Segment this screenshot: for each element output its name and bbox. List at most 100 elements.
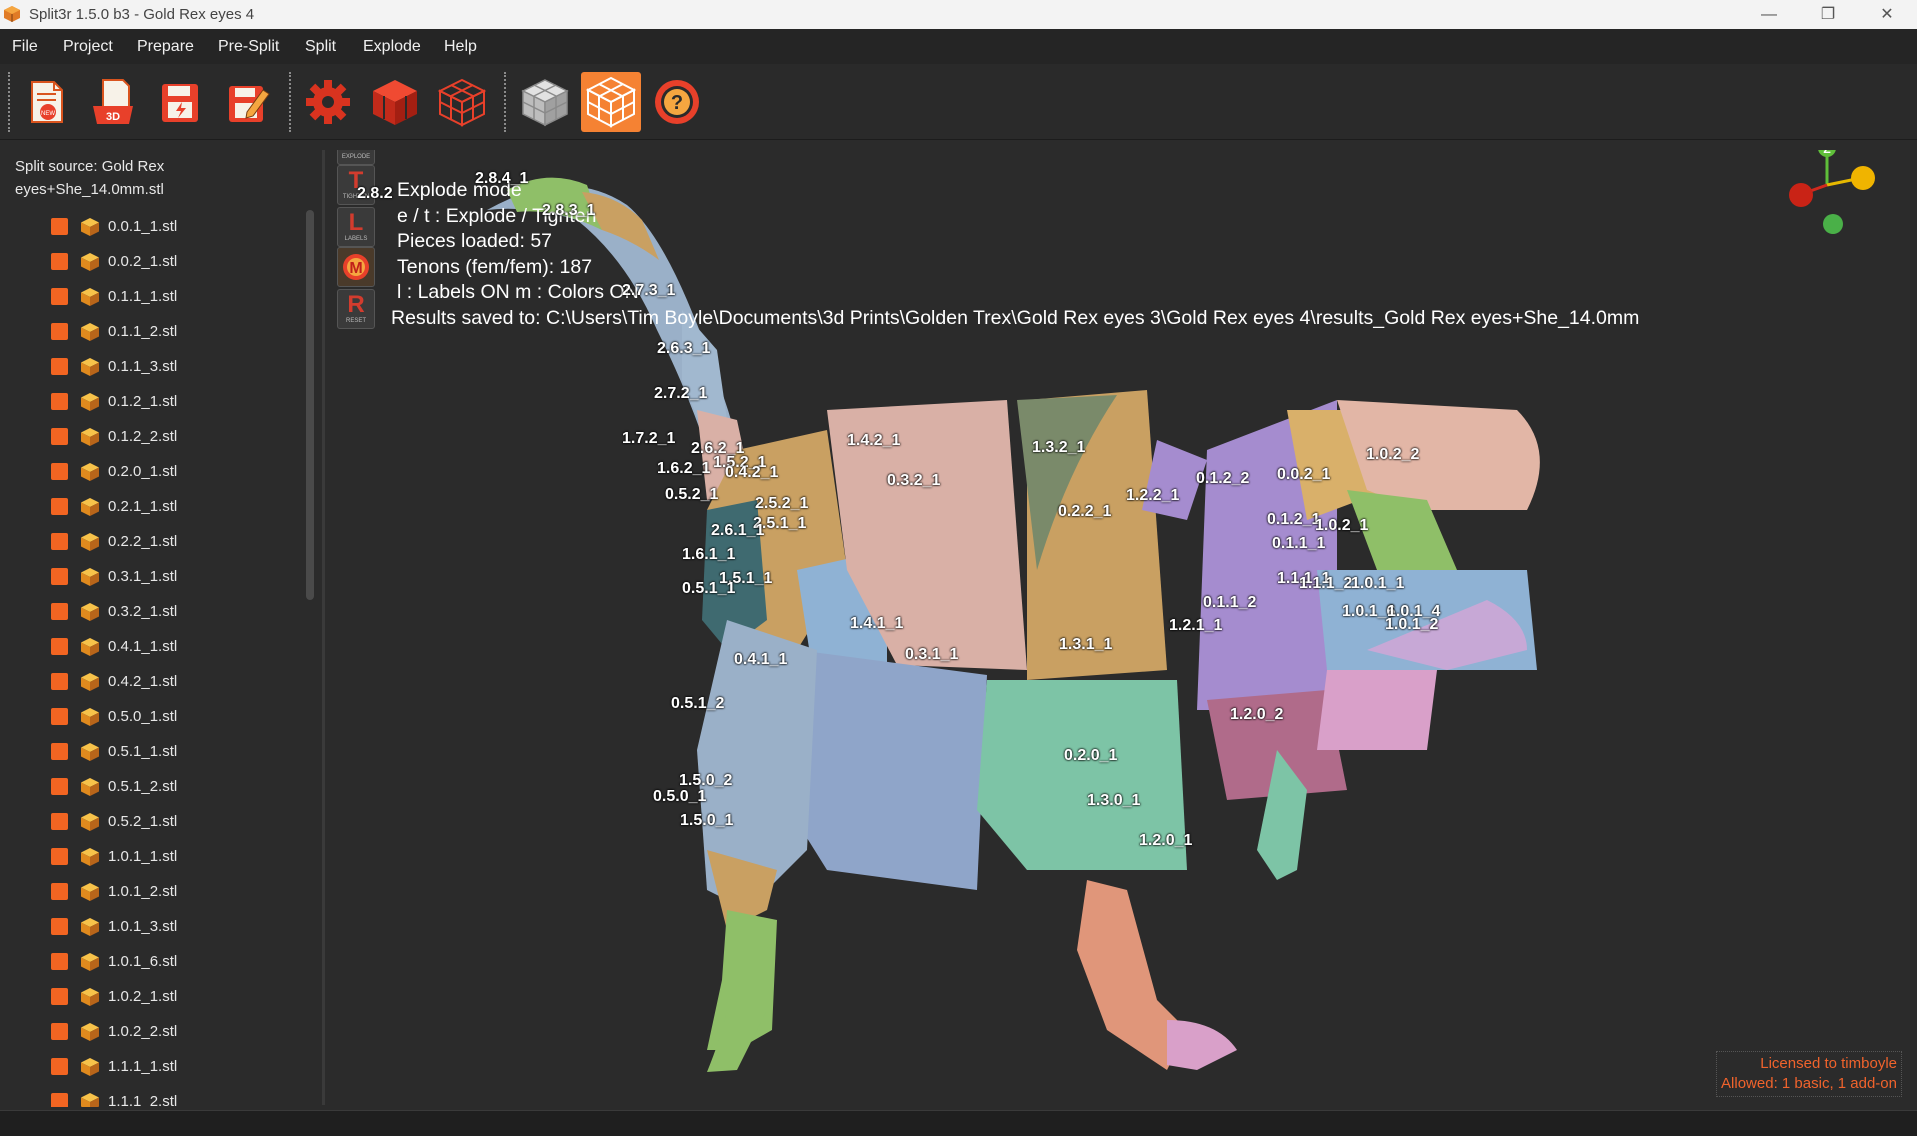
file-list-item[interactable]: 0.5.1_2.stl [0,770,300,805]
help-button[interactable]: ? [647,72,707,132]
new-project-button[interactable]: NEW [16,72,76,132]
file-list-item[interactable]: 0.0.1_1.stl [0,210,300,245]
piece-label: 2.8.2 [357,185,393,202]
visibility-checkbox[interactable] [51,673,68,690]
reset-mode-button[interactable]: R RESET [337,289,375,329]
file-list-item[interactable]: 1.0.1_1.stl [0,840,300,875]
visibility-checkbox[interactable] [51,1093,68,1107]
visibility-checkbox[interactable] [51,988,68,1005]
mesh-cube-icon [81,918,99,936]
file-list-item[interactable]: 1.1.1_1.stl [0,1050,300,1085]
visibility-checkbox[interactable] [51,1023,68,1040]
file-list-item[interactable]: 0.0.2_1.stl [0,245,300,280]
mesh-cube-icon [81,1058,99,1076]
menu-prepare[interactable]: Prepare [137,38,194,56]
save-as-button[interactable] [217,72,277,132]
wireframe-button[interactable] [432,72,492,132]
menu-pre-split[interactable]: Pre-Split [218,38,279,56]
solid-view-button[interactable] [515,72,575,132]
visibility-checkbox[interactable] [51,498,68,515]
visibility-checkbox[interactable] [51,1058,68,1075]
visibility-checkbox[interactable] [51,918,68,935]
toolbar-separator [289,72,291,132]
menu-split[interactable]: Split [305,38,336,56]
menu-project[interactable]: Project [63,38,113,56]
visibility-checkbox[interactable] [51,883,68,900]
file-list-item[interactable]: 0.3.1_1.stl [0,560,300,595]
visibility-checkbox[interactable] [51,568,68,585]
labels-sub: LABELS [344,236,368,242]
file-name: 0.5.1_1.stl [108,743,178,760]
file-list-item[interactable]: 0.4.2_1.stl [0,665,300,700]
mesh-cube-icon [81,708,99,726]
file-name: 0.2.1_1.stl [108,498,178,515]
file-list-item[interactable]: 0.1.1_3.stl [0,350,300,385]
colors-mode-button[interactable]: M [337,247,375,287]
file-name: 1.0.2_1.stl [108,988,178,1005]
piece-label: 1.0.2_1 [1315,517,1369,534]
visibility-checkbox[interactable] [51,533,68,550]
file-name: 0.1.1_2.stl [108,323,178,340]
file-list-item[interactable]: 1.0.1_6.stl [0,945,300,980]
visibility-checkbox[interactable] [51,428,68,445]
file-list-item[interactable]: 1.0.1_3.stl [0,910,300,945]
piece-label: 2.8.4_1 [475,170,529,187]
visibility-checkbox[interactable] [51,708,68,725]
piece-label: 0.5.2_1 [665,486,719,503]
file-list-item[interactable]: 0.2.2_1.stl [0,525,300,560]
visibility-checkbox[interactable] [51,603,68,620]
mesh-cube-icon [81,988,99,1006]
settings-button[interactable] [298,72,358,132]
visibility-checkbox[interactable] [51,358,68,375]
file-list-item[interactable]: 0.1.2_2.stl [0,420,300,455]
mesh-cube-icon [81,568,99,586]
panel-splitter[interactable] [322,150,325,1105]
visibility-checkbox[interactable] [51,813,68,830]
explode-button[interactable] [581,72,641,132]
3d-viewport[interactable]: E EXPLODE T TIGHTEN L LABELS M R RESET E… [327,150,1912,1105]
visibility-checkbox[interactable] [51,953,68,970]
visibility-checkbox[interactable] [51,743,68,760]
file-list-item[interactable]: 0.2.1_1.stl [0,490,300,525]
visibility-checkbox[interactable] [51,638,68,655]
minimize-button[interactable]: — [1740,0,1798,29]
restore-button[interactable]: ❐ [1799,0,1857,29]
sidebar-scrollbar[interactable] [306,210,314,600]
explode-mode-button[interactable]: E EXPLODE [337,150,375,165]
file-list-item[interactable]: 1.0.2_2.stl [0,1015,300,1050]
file-list-item[interactable]: 1.0.1_2.stl [0,875,300,910]
save-button[interactable] [150,72,210,132]
file-list-item[interactable]: 0.5.2_1.stl [0,805,300,840]
visibility-checkbox[interactable] [51,778,68,795]
open-3d-button[interactable]: 3D [83,72,143,132]
labels-mode-button[interactable]: L LABELS [337,207,375,247]
close-button[interactable]: ✕ [1858,0,1916,29]
file-list-item[interactable]: 0.2.0_1.stl [0,455,300,490]
visibility-checkbox[interactable] [51,848,68,865]
file-list-item[interactable]: 0.1.2_1.stl [0,385,300,420]
file-list-item[interactable]: 0.1.1_2.stl [0,315,300,350]
split-button[interactable] [365,72,425,132]
visibility-checkbox[interactable] [51,253,68,270]
piece-label: 0.2.2_1 [1058,503,1112,520]
visibility-checkbox[interactable] [51,218,68,235]
file-list-item[interactable]: 0.4.1_1.stl [0,630,300,665]
file-list-item[interactable]: 0.3.2_1.stl [0,595,300,630]
menu-help[interactable]: Help [444,38,477,56]
visibility-checkbox[interactable] [51,463,68,480]
menu-file[interactable]: File [12,38,38,56]
visibility-checkbox[interactable] [51,393,68,410]
menu-explode[interactable]: Explode [363,38,421,56]
visibility-checkbox[interactable] [51,288,68,305]
file-list-item[interactable]: 0.5.1_1.stl [0,735,300,770]
file-name: 1.0.1_6.stl [108,953,178,970]
file-list-item[interactable]: 0.5.0_1.stl [0,700,300,735]
file-list-item[interactable]: 1.1.1_2.stl [0,1085,300,1107]
piece-label: 1.2.1_1 [1169,617,1223,634]
mesh-cube-icon [81,883,99,901]
wireframe-cube-icon [437,78,487,127]
file-list-item[interactable]: 0.1.1_1.stl [0,280,300,315]
file-list-item[interactable]: 1.0.2_1.stl [0,980,300,1015]
toolbar-separator [8,72,10,132]
visibility-checkbox[interactable] [51,323,68,340]
